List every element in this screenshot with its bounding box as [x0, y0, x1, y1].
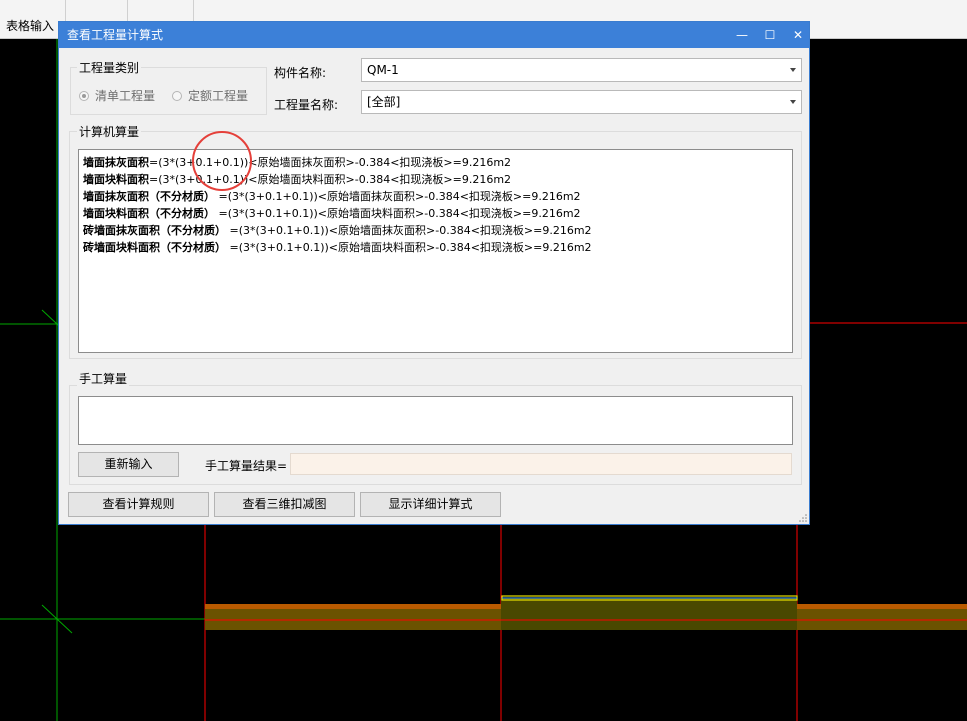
calc-line-formula: =(3*(3+0.1+0.1))<原始墙面抹灰面积>-0.384<扣现浇板>=9…	[215, 190, 581, 203]
chevron-down-icon	[790, 68, 796, 72]
view-3d-deduction-button[interactable]: 查看三维扣减图	[214, 492, 355, 517]
component-name-value: QM-1	[367, 63, 399, 77]
calc-line: 墙面块料面积=(3*(3+0.1+0.1))<原始墙面块料面积>-0.384<扣…	[83, 171, 511, 188]
calc-line-name: 墙面块料面积	[83, 173, 149, 186]
calc-line: 墙面抹灰面积（不分材质） =(3*(3+0.1+0.1))<原始墙面抹灰面积>-…	[83, 188, 581, 205]
calc-line: 墙面块料面积（不分材质） =(3*(3+0.1+0.1))<原始墙面块料面积>-…	[83, 205, 581, 222]
radio-bill-quantity[interactable]: 清单工程量	[79, 87, 155, 104]
maximize-button[interactable]: ☐	[759, 22, 781, 48]
manual-result-field[interactable]	[290, 453, 792, 475]
quantity-name-label: 工程量名称:	[274, 98, 339, 112]
close-icon: ✕	[792, 28, 804, 42]
wall-band-top-left	[205, 604, 501, 609]
calc-line-name: 墙面块料面积（不分材质）	[83, 207, 215, 220]
maximize-icon: ☐	[764, 28, 776, 42]
dialog-titlebar[interactable]: 查看工程量计算式 — ☐ ✕	[59, 22, 809, 48]
calc-line-formula: =(3*(3+0.1+0.1))<原始墙面块料面积>-0.384<扣现浇板>=9…	[226, 241, 592, 254]
resize-grip-icon[interactable]	[799, 514, 807, 522]
calc-line: 砖墙面块料面积（不分材质） =(3*(3+0.1+0.1))<原始墙面块料面积>…	[83, 239, 592, 256]
calc-line-name: 砖墙面抹灰面积（不分材质）	[83, 224, 226, 237]
tab-table-input[interactable]: 表格输入	[0, 0, 66, 38]
manual-calc-input[interactable]	[78, 396, 793, 445]
quantity-name-value: [全部]	[367, 95, 401, 109]
calc-line-formula: =(3*(3+0.1+0.1))<原始墙面抹灰面积>-0.384<扣现浇板>=9…	[226, 224, 592, 237]
manual-result-label: 手工算量结果=	[205, 459, 288, 473]
calc-line: 墙面抹灰面积=(3*(3+0.1+0.1))<原始墙面抹灰面积>-0.384<扣…	[83, 154, 511, 171]
show-detail-formula-button[interactable]: 显示详细计算式	[360, 492, 501, 517]
computer-calc-label: 计算机算量	[77, 123, 142, 140]
reenter-button[interactable]: 重新输入	[78, 452, 179, 477]
radio-unselected-icon	[172, 91, 182, 101]
minimize-button[interactable]: —	[731, 22, 753, 48]
component-name-label: 构件名称:	[274, 66, 327, 80]
wall-band-top-right	[797, 604, 967, 609]
quantity-type-label: 工程量类别	[77, 59, 142, 76]
view-calc-rules-button[interactable]: 查看计算规则	[68, 492, 209, 517]
radio-quota-quantity[interactable]: 定额工程量	[172, 87, 248, 104]
quantity-formula-dialog: 查看工程量计算式 — ☐ ✕ 工程量类别 清单工程量 定额工程量 构件名称: Q…	[58, 21, 810, 525]
calc-line-name: 墙面抹灰面积	[83, 156, 149, 169]
radio-bill-quantity-label: 清单工程量	[95, 89, 156, 103]
wall-selected	[501, 598, 797, 630]
radio-quota-quantity-label: 定额工程量	[188, 89, 249, 103]
close-button[interactable]: ✕	[787, 22, 809, 48]
dialog-title: 查看工程量计算式	[67, 28, 164, 42]
annotation-circle	[192, 131, 252, 191]
chevron-down-icon	[790, 100, 796, 104]
minimize-icon: —	[736, 28, 748, 42]
manual-calc-label: 手工算量	[77, 370, 130, 387]
computer-calc-textbox[interactable]: 墙面抹灰面积 =(3*(3+0.1+0.1))<原始墙面抹灰面积>-0.384<扣…	[78, 149, 793, 353]
calc-line-name: 砖墙面块料面积（不分材质）	[83, 241, 226, 254]
component-name-select[interactable]: QM-1	[361, 58, 802, 82]
calc-line: 砖墙面抹灰面积（不分材质） =(3*(3+0.1+0.1))<原始墙面抹灰面积>…	[83, 222, 592, 239]
calc-line-formula: =(3*(3+0.1+0.1))<原始墙面块料面积>-0.384<扣现浇板>=9…	[215, 207, 581, 220]
radio-selected-icon	[79, 91, 89, 101]
tab-table-input-label: 表格输入	[6, 19, 55, 33]
quantity-name-select[interactable]: [全部]	[361, 90, 802, 114]
